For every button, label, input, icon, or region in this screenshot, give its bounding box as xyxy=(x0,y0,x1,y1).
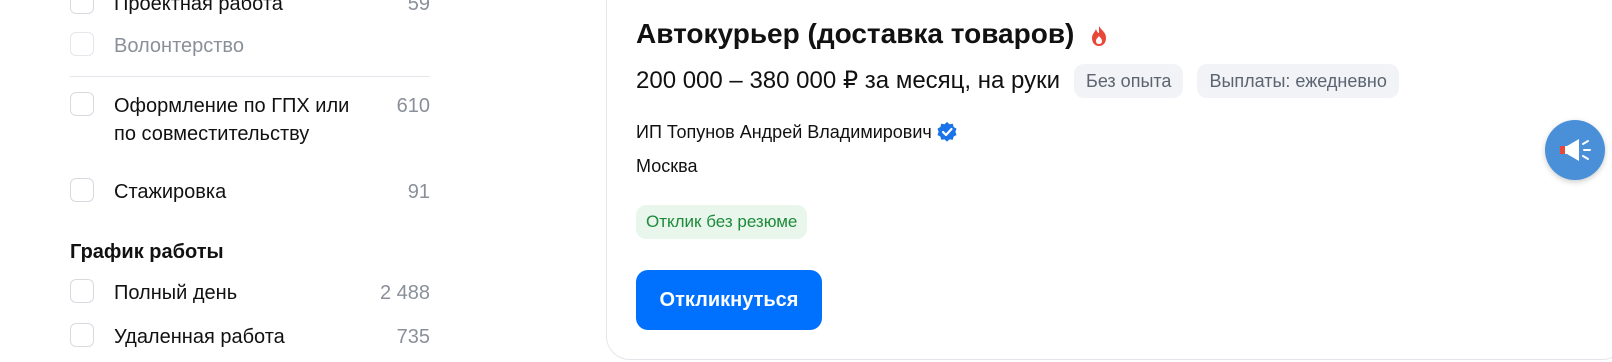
no-resume-badge: Отклик без резюме xyxy=(636,205,808,239)
checkbox[interactable] xyxy=(70,32,94,56)
page: Проектная работа 59 Волонтерство Оформле… xyxy=(0,0,1612,362)
tag-payments: Выплаты: ежедневно xyxy=(1197,64,1399,98)
filter-option-internship[interactable]: Стажировка 91 xyxy=(70,178,430,206)
filter-count: 610 xyxy=(396,95,430,117)
filter-count: 2 488 xyxy=(379,282,430,304)
checkbox[interactable] xyxy=(70,178,94,202)
vacancy-city: Москва xyxy=(636,156,698,176)
filter-label: Волонтерство xyxy=(114,35,244,57)
filter-count: 59 xyxy=(407,0,430,15)
company-row: ИП Топунов Андрей Владимирович xyxy=(636,119,958,145)
vacancy-title-link[interactable]: Автокурьер (доставка товаров) xyxy=(636,16,1074,52)
filter-label: Стажировка xyxy=(114,181,227,203)
filter-option-gph[interactable]: Оформление по ГПХ или по совместительств… xyxy=(70,92,430,148)
filter-count: 91 xyxy=(407,181,430,203)
salary-text: 200 000 – 380 000 ₽ за месяц, на руки xyxy=(636,67,1060,94)
checkbox[interactable] xyxy=(70,279,94,303)
feedback-fab-button[interactable] xyxy=(1545,120,1605,180)
filter-option-full-day[interactable]: Полный день 2 488 xyxy=(70,279,430,307)
tag-experience: Без опыта xyxy=(1074,64,1184,98)
salary-row: 200 000 – 380 000 ₽ за месяц, на руки Бе… xyxy=(636,64,1413,98)
filter-option-volunteering[interactable]: Волонтерство xyxy=(70,32,430,60)
verified-check-icon xyxy=(937,122,957,142)
schedule-section-title: График работы xyxy=(70,241,224,263)
fire-icon xyxy=(1092,26,1106,46)
megaphone-icon xyxy=(1560,139,1591,161)
filter-label: Оформление по ГПХ или по совместительств… xyxy=(114,95,350,145)
company-name-link[interactable]: ИП Топунов Андрей Владимирович xyxy=(636,119,932,145)
checkbox[interactable] xyxy=(70,92,94,116)
filter-label: Проектная работа xyxy=(114,0,283,15)
filter-count: 735 xyxy=(396,326,430,348)
filter-label: Полный день xyxy=(114,282,238,304)
apply-button[interactable]: Откликнуться xyxy=(636,270,822,330)
filter-option-remote[interactable]: Удаленная работа 735 xyxy=(70,323,430,351)
checkbox[interactable] xyxy=(70,0,94,14)
checkbox[interactable] xyxy=(70,323,94,347)
filter-option-project-work[interactable]: Проектная работа 59 xyxy=(70,0,430,18)
filter-label: Удаленная работа xyxy=(114,326,285,348)
divider xyxy=(70,76,430,77)
